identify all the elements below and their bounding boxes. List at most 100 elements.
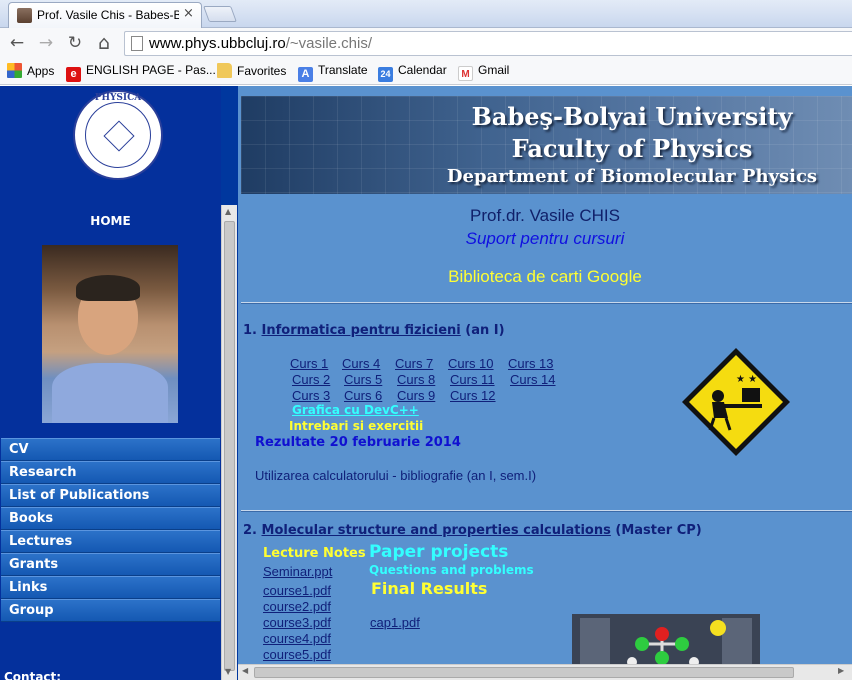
- course-link[interactable]: Curs 10: [448, 356, 494, 371]
- bookmark-calendar[interactable]: 24 Calendar: [378, 63, 447, 82]
- profile-photo: [42, 245, 178, 423]
- translate-icon: A: [298, 67, 313, 82]
- physica-logo: PHYSICA: [73, 90, 163, 180]
- folder-icon: [217, 63, 232, 78]
- course-pdf-link[interactable]: course5.pdf: [263, 647, 331, 662]
- university-banner: Babeş-Bolyai University Faculty of Physi…: [241, 96, 852, 194]
- sidebar-item-research[interactable]: Research: [1, 461, 220, 484]
- seminar-ppt-link[interactable]: Seminar.ppt: [263, 564, 332, 579]
- bookmark-favorites[interactable]: Favorites: [217, 63, 286, 81]
- address-bar[interactable]: www.phys.ubbcluj.ro/~vasile.chis/: [124, 31, 852, 56]
- sidebar-item-publications[interactable]: List of Publications: [1, 484, 220, 507]
- horizontal-scrollbar[interactable]: ◀ ▶: [238, 664, 852, 680]
- course-link[interactable]: Curs 8: [397, 372, 435, 387]
- divider: [241, 302, 852, 304]
- photo-shirt: [52, 363, 168, 423]
- horizontal-scrollbar-thumb[interactable]: [254, 667, 794, 678]
- intrebari-link[interactable]: Intrebari si exercitii: [289, 419, 423, 433]
- course-pdf-link[interactable]: course1.pdf: [263, 583, 331, 598]
- course-pdf-link[interactable]: course4.pdf: [263, 631, 331, 646]
- photo-hair: [76, 275, 140, 301]
- course-pdf-link[interactable]: course2.pdf: [263, 599, 331, 614]
- course-link[interactable]: Curs 2: [292, 372, 330, 387]
- lecture-notes-label: Lecture Notes: [263, 546, 366, 561]
- calendar-icon: 24: [378, 67, 393, 82]
- back-arrow-icon[interactable]: ←: [6, 32, 28, 54]
- scroll-left-icon[interactable]: ◀: [242, 666, 248, 675]
- banner-university: Babeş-Bolyai University: [471, 102, 793, 131]
- bookmark-english-page[interactable]: e ENGLISH PAGE - Pas...: [66, 63, 216, 82]
- new-tab-button[interactable]: [203, 6, 237, 22]
- course-link[interactable]: Curs 11: [450, 372, 495, 387]
- url-text[interactable]: www.phys.ubbcluj.ro/~vasile.chis/: [149, 35, 372, 52]
- url-host: www.phys.ubbcluj.ro: [149, 35, 286, 52]
- course-link[interactable]: Curs 6: [344, 388, 382, 403]
- left-sidebar: PHYSICA HOME CV Research List of Publica…: [0, 86, 221, 680]
- monitor-shape: [742, 388, 760, 402]
- browser-toolbar: ← → ↻ ⌂ www.phys.ubbcluj.ro/~vasile.chis…: [0, 28, 852, 58]
- tab-strip: Prof. Vasile Chis - Babes-B ×: [0, 0, 852, 28]
- questions-problems-link[interactable]: Questions and problems: [369, 563, 534, 577]
- active-tab[interactable]: Prof. Vasile Chis - Babes-B ×: [8, 2, 202, 28]
- sidebar-item-lectures[interactable]: Lectures: [1, 530, 220, 553]
- google-books-link[interactable]: Biblioteca de carti Google: [238, 267, 852, 287]
- section1-title-link[interactable]: Informatica pentru fizicieni: [262, 323, 461, 338]
- warning-sign-face: [689, 355, 783, 449]
- sidebar-scrollbar[interactable]: ▲ ▼: [221, 205, 237, 680]
- gmail-icon: M: [458, 66, 473, 81]
- section1-number: 1.: [243, 323, 257, 338]
- paper-projects-link[interactable]: Paper projects: [369, 542, 508, 562]
- atom-green: [635, 637, 649, 651]
- utilizarea-text[interactable]: Utilizarea calculatorului - bibliografie…: [255, 468, 536, 483]
- bookmark-translate[interactable]: A Translate: [298, 63, 368, 82]
- sidebar-item-cv[interactable]: CV: [1, 438, 220, 461]
- bookmark-apps[interactable]: Apps: [7, 63, 54, 81]
- bookmark-gmail[interactable]: M Gmail: [458, 63, 509, 81]
- apps-grid-icon: [7, 63, 22, 78]
- section1-heading: 1. Informatica pentru fizicieni (an I): [243, 323, 505, 338]
- course-link[interactable]: Curs 5: [344, 372, 382, 387]
- home-link[interactable]: HOME: [0, 214, 221, 228]
- scroll-down-icon[interactable]: ▼: [225, 667, 231, 676]
- course-link[interactable]: Curs 14: [510, 372, 556, 387]
- cap1-pdf-link[interactable]: cap1.pdf: [370, 615, 420, 630]
- rezultate-link[interactable]: Rezultate 20 februarie 2014: [255, 435, 461, 450]
- banner-department: Department of Biomolecular Physics: [446, 166, 818, 187]
- main-content: Babeş-Bolyai University Faculty of Physi…: [238, 86, 852, 680]
- atom-green: [675, 637, 689, 651]
- contact-label: Contact:: [4, 670, 62, 680]
- course-link[interactable]: Curs 9: [397, 388, 435, 403]
- atom-icon: [103, 120, 135, 152]
- sidebar-item-grants[interactable]: Grants: [1, 553, 220, 576]
- home-icon[interactable]: ⌂: [93, 32, 115, 54]
- section1-suffix: (an I): [465, 323, 505, 338]
- course-link[interactable]: Curs 1: [290, 356, 328, 371]
- section2-suffix: (Master CP): [615, 523, 702, 538]
- course-pdf-link[interactable]: course3.pdf: [263, 615, 331, 630]
- course-link[interactable]: Curs 12: [450, 388, 496, 403]
- sidebar-item-books[interactable]: Books: [1, 507, 220, 530]
- forward-arrow-icon[interactable]: →: [35, 32, 57, 54]
- section2-title-link[interactable]: Molecular structure and properties calcu…: [262, 523, 611, 538]
- reload-icon[interactable]: ↻: [64, 32, 86, 54]
- scroll-up-icon[interactable]: ▲: [225, 207, 231, 216]
- final-results-link[interactable]: Final Results: [371, 579, 487, 598]
- section2-number: 2.: [243, 523, 257, 538]
- desk-shape: [722, 404, 762, 408]
- course-link[interactable]: Curs 7: [395, 356, 433, 371]
- tab-close-icon[interactable]: ×: [183, 6, 194, 21]
- logo-ring: [85, 102, 151, 168]
- scrollbar-thumb[interactable]: [224, 221, 235, 671]
- sidebar-menu: CV Research List of Publications Books L…: [1, 438, 220, 622]
- divider: [241, 510, 852, 512]
- sidebar-item-group[interactable]: Group: [1, 599, 220, 622]
- course-link[interactable]: Curs 13: [508, 356, 554, 371]
- sidebar-item-links[interactable]: Links: [1, 576, 220, 599]
- banner-faculty: Faculty of Physics: [511, 134, 753, 163]
- grafica-devcpp-link[interactable]: Grafica cu DevC++: [292, 403, 419, 417]
- course-link[interactable]: Curs 3: [292, 388, 330, 403]
- scroll-right-icon[interactable]: ▶: [838, 666, 844, 675]
- course-link[interactable]: Curs 4: [342, 356, 380, 371]
- e-icon: e: [66, 67, 81, 82]
- professor-name: Prof.dr. Vasile CHIS: [470, 206, 620, 225]
